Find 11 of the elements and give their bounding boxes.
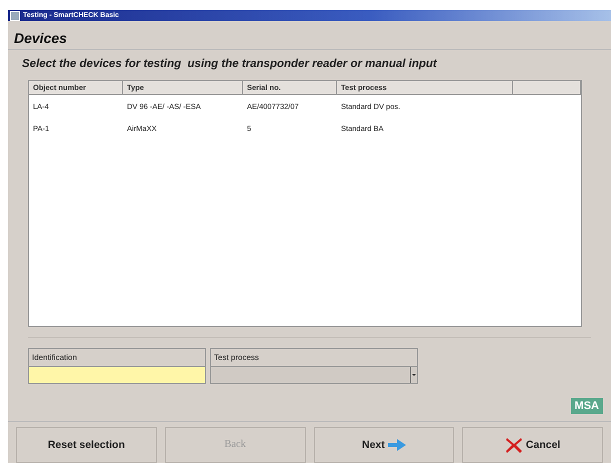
arrow-icon [388, 438, 406, 451]
instruction-text: Select the devices for testing using the transponder reader or manual input [22, 58, 437, 70]
app-icon [10, 10, 20, 21]
close-icon [504, 436, 523, 453]
cancel-button[interactable]: Cancel [462, 426, 603, 463]
next-button[interactable]: Next [314, 426, 454, 463]
input-field[interactable] [29, 366, 205, 383]
dropdown-field[interactable] [211, 366, 417, 383]
reset-button[interactable]: Reset selection [16, 426, 157, 463]
page-heading: Devices [14, 30, 67, 46]
logo: MSA [570, 398, 603, 414]
